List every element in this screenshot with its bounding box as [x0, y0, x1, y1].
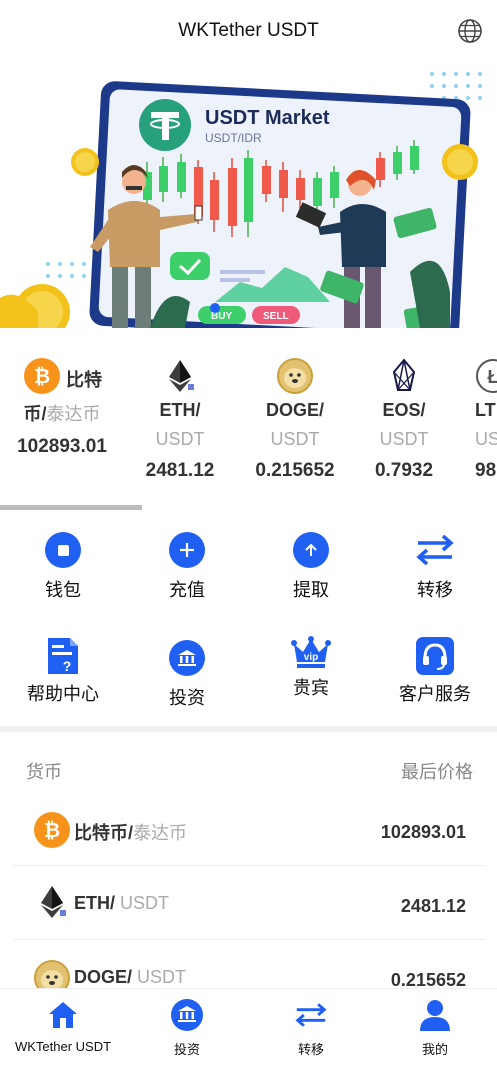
market-quote: USDT [132, 967, 187, 987]
bitcoin-icon: ₿ [24, 358, 60, 394]
market-base: ETH/ [74, 893, 116, 913]
ticker-price: 2481.12 [145, 460, 215, 481]
svg-text:₿: ₿ [34, 366, 50, 388]
ticker-quote: USDT [270, 429, 320, 449]
action-label: 帮助中心 [27, 684, 99, 704]
ticker-item-ltc[interactable]: Ł LT US 98. [448, 352, 497, 482]
bottom-nav: WKTether USDT 投资 转移 我的 [0, 988, 497, 1076]
banner-sell-label: SELL [263, 311, 289, 322]
ticker-item-doge[interactable]: DOGE/ USDT 0.215652 [233, 352, 357, 482]
svg-text:vip: vip [304, 652, 318, 663]
ticker-price: 0.215652 [255, 460, 335, 481]
market-row-bitcoin[interactable]: ₿ 比特币/泰达币 102893.01 [14, 792, 486, 866]
user-icon [420, 1000, 450, 1031]
market-pair: 比特币/泰达币 [74, 819, 187, 845]
litecoin-icon: Ł [476, 359, 497, 393]
market-base: 比特币/ [74, 823, 134, 843]
action-withdraw[interactable]: 提取 [249, 532, 373, 602]
home-icon [49, 1002, 77, 1028]
nav-label: 投资 [173, 1042, 200, 1057]
nav-label: 我的 [421, 1042, 448, 1057]
market-illustration: USDT Market USDT/IDR BUY SELL [0, 72, 482, 328]
vip-crown-icon: vip [291, 636, 331, 668]
market-quote: USDT [115, 893, 170, 913]
action-label: 客户服务 [399, 684, 471, 704]
action-vip[interactable]: vip 贵宾 [249, 636, 373, 700]
eos-icon [392, 358, 416, 391]
app-title: WKTether USDT [178, 20, 319, 41]
ticker-quote: US [475, 429, 497, 449]
ethereum-icon [169, 360, 194, 392]
nav-label: WKTether USDT [14, 1039, 112, 1054]
ticker-name: LT [475, 400, 496, 420]
plus-icon [169, 532, 205, 568]
market-pair: ETH/ USDT [74, 893, 169, 914]
wallet-icon [45, 532, 81, 568]
svg-text:?: ? [63, 658, 72, 674]
action-help-center[interactable]: ? 帮助中心 [1, 636, 125, 706]
ticker-name: 比特 [66, 370, 102, 390]
action-invest[interactable]: 投资 [125, 640, 249, 710]
svg-text:₿: ₿ [44, 820, 60, 842]
market-price: 102893.01 [380, 822, 466, 842]
banner-subtitle: USDT/IDR [205, 131, 262, 145]
bitcoin-icon: ₿ [34, 812, 70, 848]
arrow-up-icon [293, 532, 329, 568]
ticker-item-eth[interactable]: ETH/ USDT 2481.12 [118, 352, 242, 482]
ethereum-icon [41, 886, 66, 918]
ticker-quote: 泰达币 [46, 404, 101, 424]
transfer-icon [295, 1003, 327, 1027]
ticker-name: ETH/ [159, 400, 201, 420]
nav-label: 转移 [297, 1042, 324, 1057]
market-row-eth[interactable]: ETH/ USDT 2481.12 [14, 866, 486, 940]
action-label: 转移 [417, 580, 453, 600]
market-quote: 泰达币 [133, 823, 188, 843]
action-wallet[interactable]: 钱包 [1, 532, 125, 602]
bank-icon [171, 999, 203, 1031]
ticker-item-bitcoin[interactable]: ₿ 比特 币/泰达币 102893.01 [0, 352, 124, 458]
market-list: 货币 最后价格 ₿ 比特币/泰达币 102893.01 ETH/ USDT 24… [0, 732, 497, 992]
nav-profile[interactable]: 我的 [373, 999, 497, 1058]
action-label: 提取 [293, 580, 329, 600]
market-pair: DOGE/ USDT [74, 967, 186, 988]
headset-icon [416, 637, 454, 675]
action-customer-service[interactable]: 客户服务 [373, 636, 497, 706]
price-ticker[interactable]: ₿ 比特 币/泰达币 102893.01 ETH/ USDT 2481.12 D… [0, 352, 497, 512]
dogecoin-icon [277, 358, 313, 394]
action-label: 投资 [169, 688, 205, 708]
hero-banner[interactable]: USDT Market USDT/IDR BUY SELL [0, 62, 497, 328]
action-transfer[interactable]: 转移 [373, 532, 497, 602]
column-header-last-price: 最后价格 [401, 762, 473, 782]
ticker-name-cont: 币/ [23, 404, 47, 424]
ticker-name: DOGE/ [265, 400, 324, 420]
ticker-scroll-indicator [0, 505, 142, 510]
transfer-icon [416, 534, 454, 566]
action-label: 贵宾 [293, 678, 329, 698]
action-label: 钱包 [45, 580, 81, 600]
nav-transfer[interactable]: 转移 [249, 999, 373, 1058]
nav-invest[interactable]: 投资 [125, 999, 249, 1058]
ticker-price: 102893.01 [17, 436, 107, 457]
banner-title: USDT Market [205, 107, 330, 129]
quick-actions: 钱包 充值 提取 转移 ? 帮助中心 投资 vip 贵宾 客户服务 [0, 528, 497, 718]
bank-icon [169, 640, 205, 676]
nav-home[interactable]: WKTether USDT [1, 999, 125, 1054]
globe-icon[interactable] [457, 18, 483, 44]
help-document-icon: ? [48, 638, 78, 674]
market-base: DOGE/ [74, 967, 133, 987]
action-deposit[interactable]: 充值 [125, 532, 249, 602]
market-row-doge[interactable]: DOGE/ USDT 0.215652 [14, 940, 486, 992]
app-header: WKTether USDT [0, 0, 497, 62]
action-label: 充值 [169, 580, 205, 600]
column-header-currency: 货币 [26, 762, 62, 782]
ticker-price: 98. [475, 460, 497, 481]
ticker-quote: USDT [155, 429, 205, 449]
svg-text:Ł: Ł [488, 367, 497, 387]
market-price: 2481.12 [400, 896, 466, 916]
